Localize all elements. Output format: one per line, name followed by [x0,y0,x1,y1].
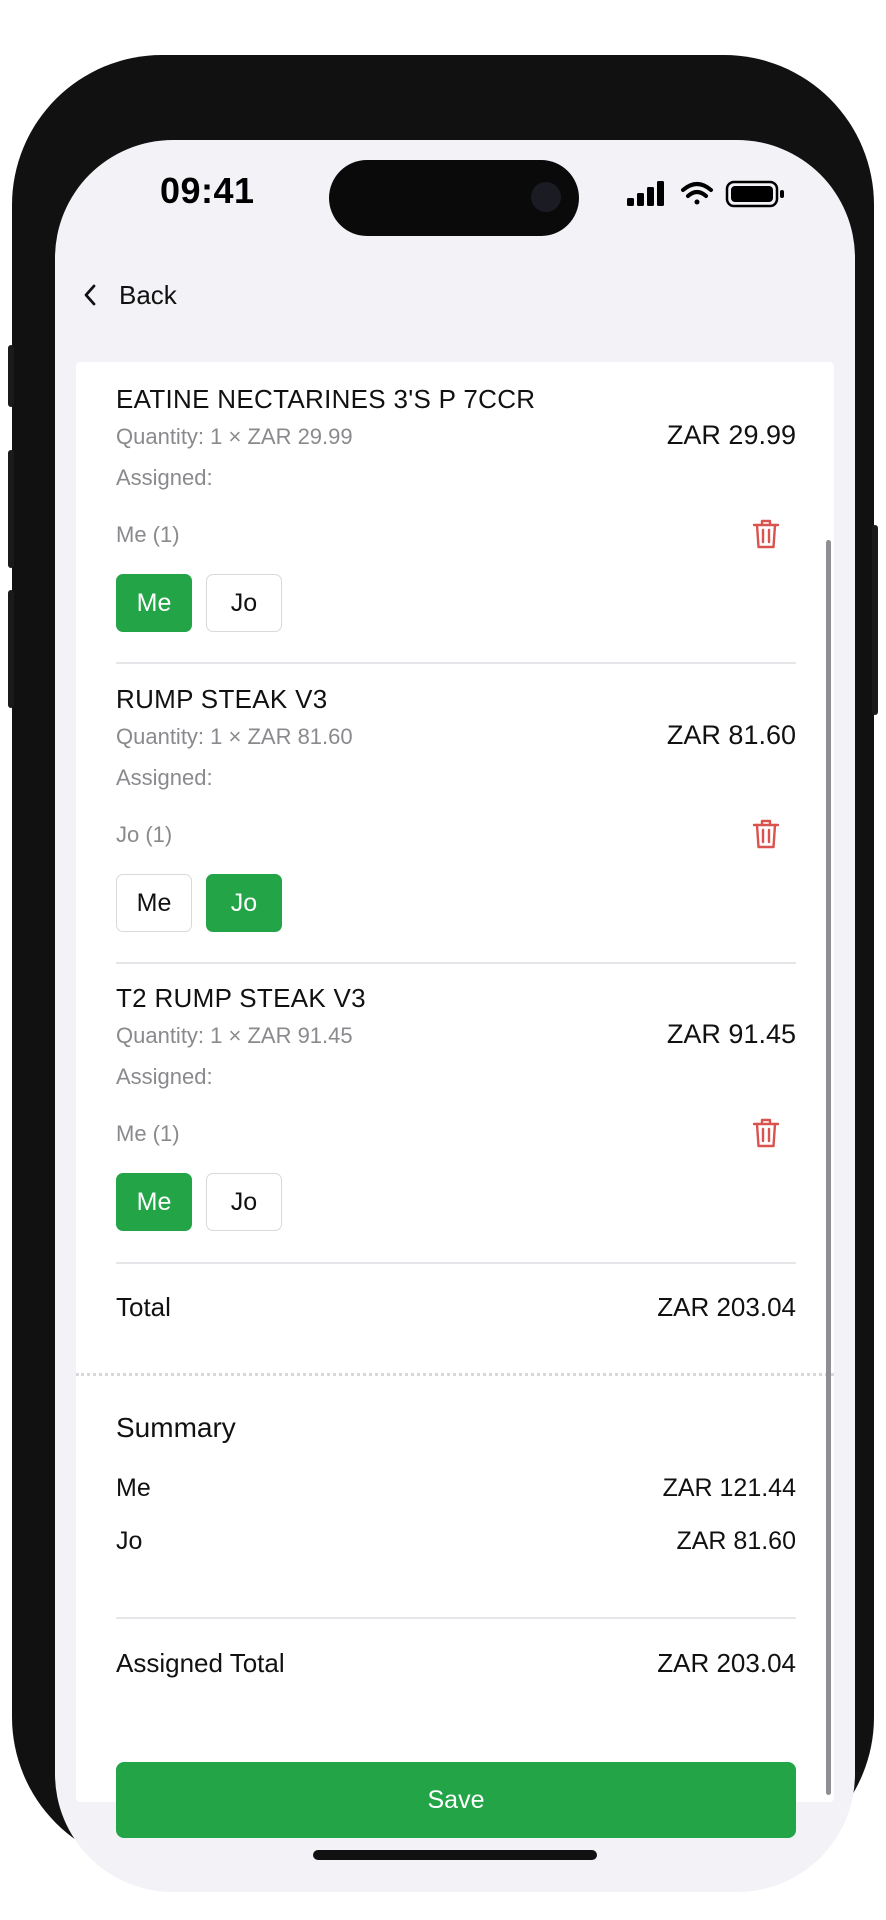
item-name: EATINE NECTARINES 3'S P 7CCR [116,384,536,414]
summary-title: Summary [116,1412,236,1443]
receipt-card: EATINE NECTARINES 3'S P 7CCR Quantity: 1… [76,362,834,1838]
chevron-left-icon [84,284,96,306]
assign-chip-me[interactable]: Me [116,1173,192,1231]
summary-person-row: Jo ZAR 81.60 [116,1527,796,1563]
assigned-total-label: Assigned Total [116,1648,285,1678]
item-name: RUMP STEAK V3 [116,684,328,714]
receipt-item: EATINE NECTARINES 3'S P 7CCR Quantity: 1… [116,384,796,644]
volume-down-button [8,590,14,708]
summary-person-amount: ZAR 81.60 [676,1527,796,1555]
action-button [8,345,14,407]
item-assigned-summary: Me (1) [116,1121,180,1146]
item-assigned-label: Assigned: [116,465,213,490]
status-icons [627,180,784,208]
item-assigned-label: Assigned: [116,1064,213,1089]
item-name: T2 RUMP STEAK V3 [116,983,366,1013]
summary-person-row: Me ZAR 121.44 [116,1474,796,1510]
section-separator [76,1373,834,1376]
item-assigned-summary: Jo (1) [116,822,173,847]
item-assigned-summary: Me (1) [116,522,180,547]
summary-divider [116,1617,796,1619]
summary-person-name: Jo [116,1527,143,1555]
back-label: Back [119,279,177,310]
assign-chip-jo[interactable]: Jo [206,874,282,932]
assigned-total-row: Assigned Total ZAR 203.04 [116,1648,796,1684]
item-price: ZAR 29.99 [666,420,796,450]
battery-icon [725,180,784,208]
assignee-chips: Me Jo [116,1173,282,1231]
power-button [872,525,878,715]
item-price: ZAR 91.45 [666,1019,796,1049]
home-indicator[interactable] [313,1850,597,1860]
assign-chip-me[interactable]: Me [116,874,192,932]
item-price: ZAR 81.60 [666,720,796,750]
cellular-signal-icon [627,181,664,206]
receipt-item: RUMP STEAK V3 Quantity: 1 × ZAR 81.60 ZA… [116,684,796,944]
camera-icon [531,182,561,212]
trash-icon[interactable] [752,518,780,550]
item-divider [116,662,796,664]
assignee-chips: Me Jo [116,874,282,932]
item-divider [116,962,796,964]
assignee-chips: Me Jo [116,574,282,632]
total-divider [116,1262,796,1264]
phone-frame: 09:41 Back EATINE NECTARINES 3'S P 7CCR … [8,55,878,1892]
back-button[interactable]: Back [77,270,177,320]
summary-person-name: Me [116,1474,151,1502]
assign-chip-jo[interactable]: Jo [206,574,282,632]
status-bar: 09:41 [55,140,855,250]
trash-icon[interactable] [752,818,780,850]
screen: 09:41 Back EATINE NECTARINES 3'S P 7CCR … [55,140,855,1892]
scrollbar[interactable] [826,540,831,1795]
trash-icon[interactable] [752,1117,780,1149]
item-quantity: Quantity: 1 × ZAR 81.60 [116,724,353,749]
summary-person-amount: ZAR 121.44 [662,1474,796,1502]
assign-chip-jo[interactable]: Jo [206,1173,282,1231]
total-value: ZAR 203.04 [657,1292,796,1322]
assigned-total-value: ZAR 203.04 [657,1648,796,1678]
assign-chip-me[interactable]: Me [116,574,192,632]
volume-up-button [8,450,14,568]
receipt-item: T2 RUMP STEAK V3 Quantity: 1 × ZAR 91.45… [116,983,796,1243]
total-row: Total ZAR 203.04 [116,1292,796,1328]
item-assigned-label: Assigned: [116,765,213,790]
item-quantity: Quantity: 1 × ZAR 91.45 [116,1023,353,1048]
dynamic-island [329,160,579,236]
item-quantity: Quantity: 1 × ZAR 29.99 [116,424,353,449]
total-label: Total [116,1292,171,1322]
wifi-icon [681,182,713,205]
status-time: 09:41 [160,170,255,211]
save-button[interactable]: Save [116,1762,796,1838]
